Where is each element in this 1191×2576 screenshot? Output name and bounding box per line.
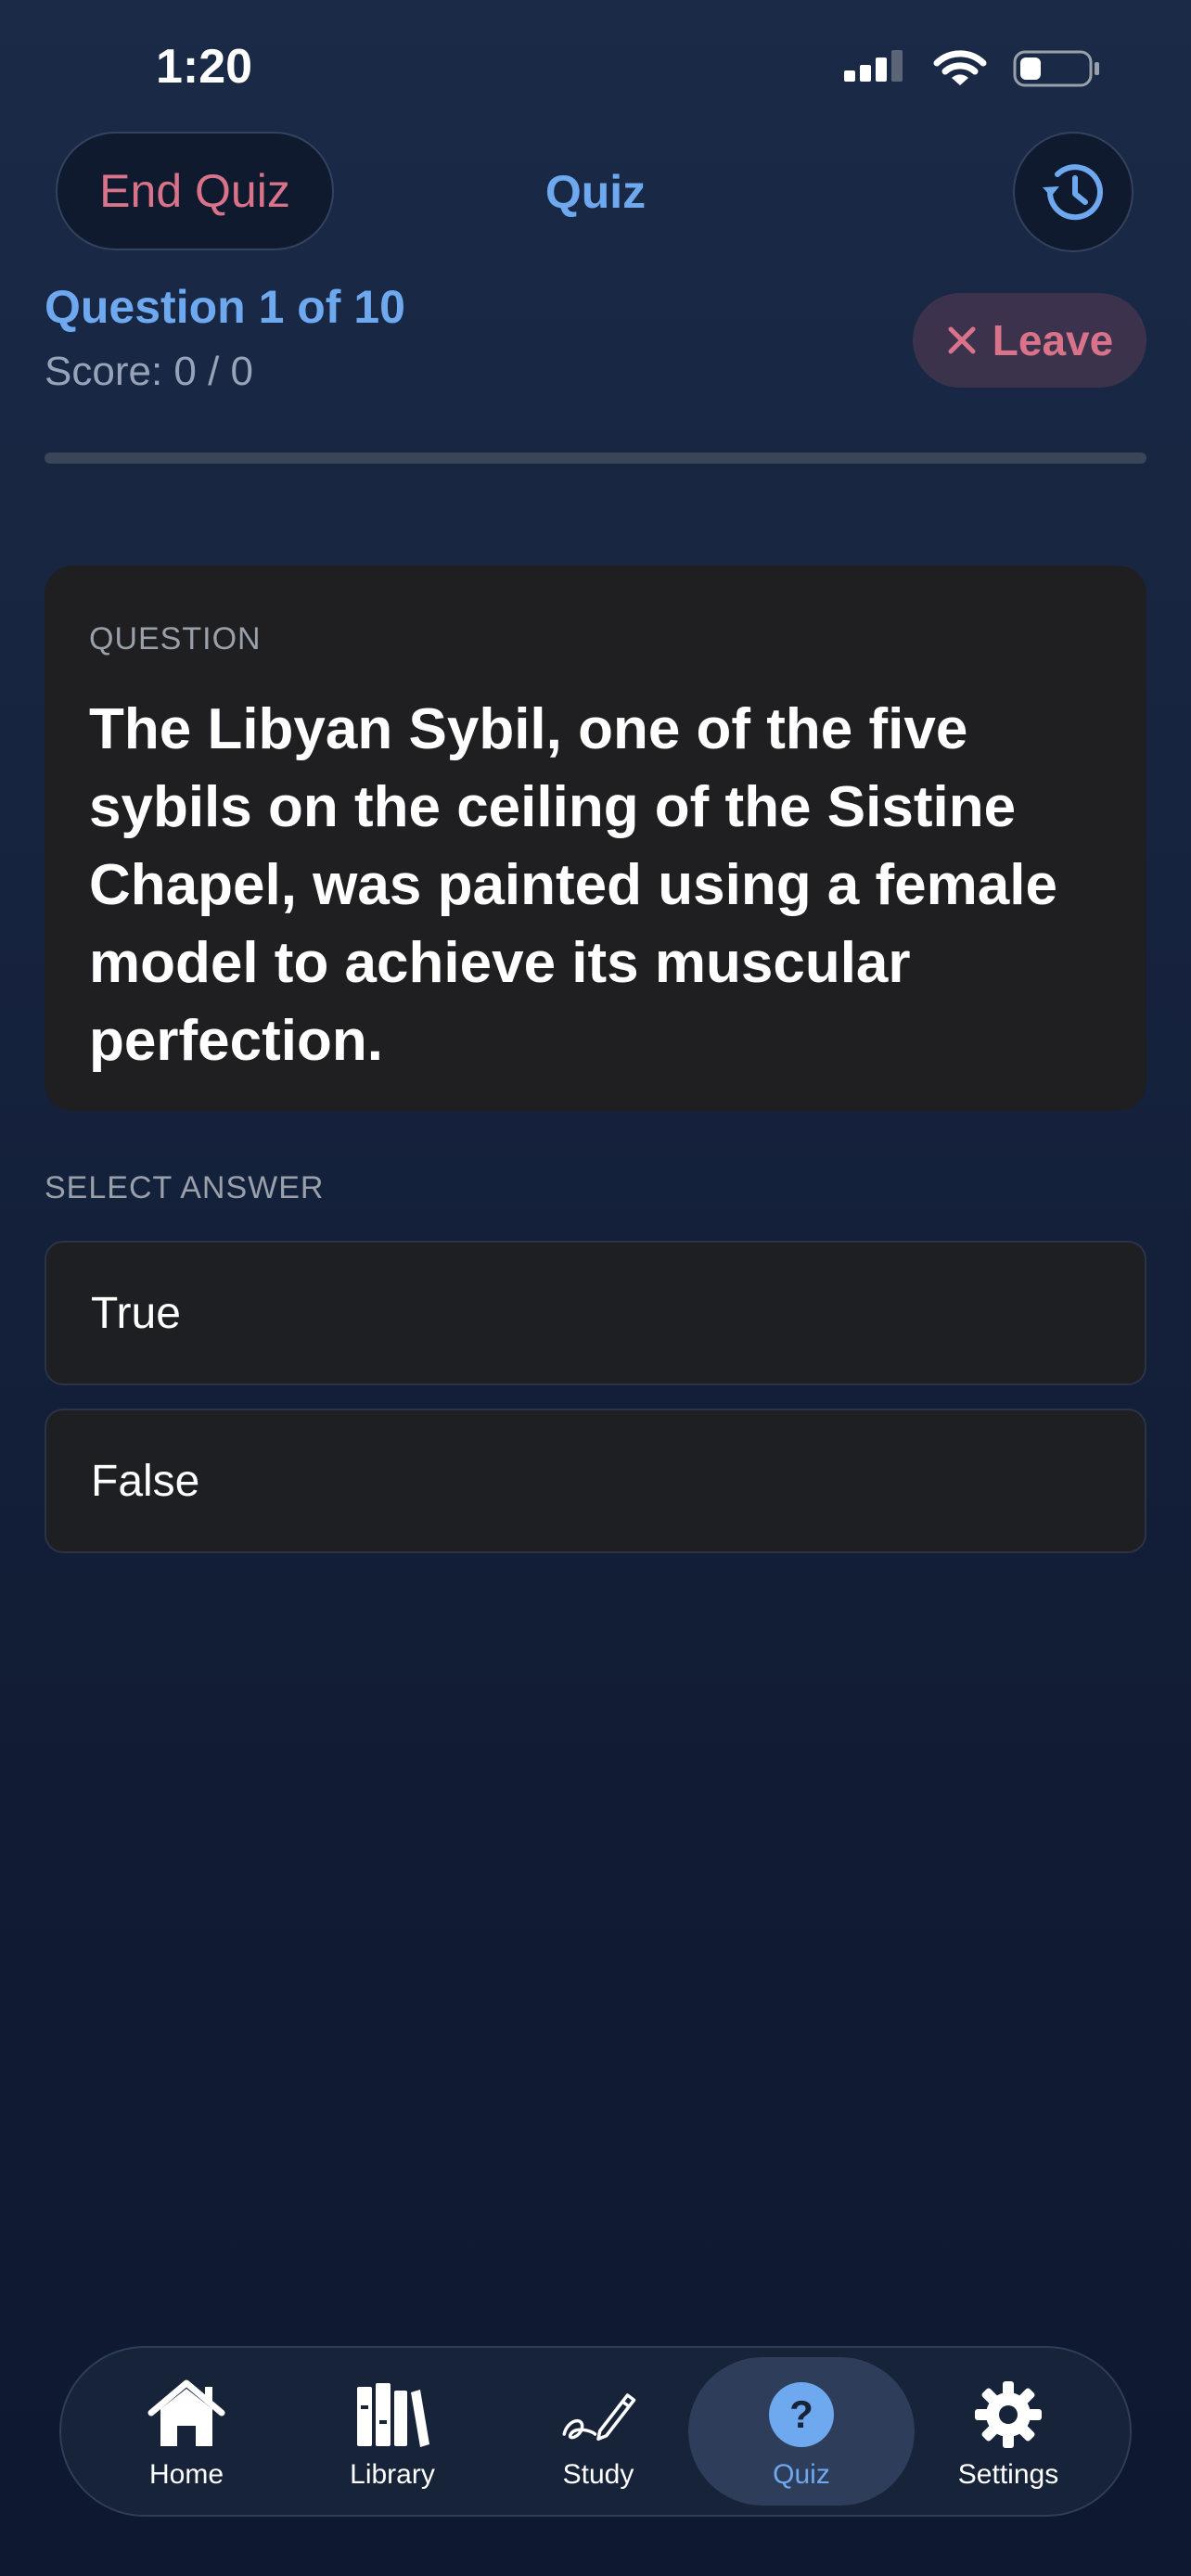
leave-button[interactable]: Leave	[913, 293, 1146, 388]
history-icon	[1043, 164, 1103, 221]
gear-icon	[975, 2381, 1042, 2448]
tab-bar: Home Library Study ? Quiz Settings	[59, 2346, 1132, 2517]
battery-icon	[1013, 50, 1099, 87]
question-counter: Question 1 of 10	[45, 281, 405, 333]
tab-library[interactable]: Library	[286, 2348, 499, 2515]
tab-home[interactable]: Home	[80, 2348, 293, 2515]
answer-option-false[interactable]: False	[45, 1409, 1146, 1553]
home-icon	[147, 2379, 225, 2446]
tab-quiz-label: Quiz	[773, 2459, 830, 2490]
tab-study-label: Study	[562, 2459, 634, 2490]
tab-quiz[interactable]: ? Quiz	[688, 2357, 915, 2506]
question-card: QUESTION The Libyan Sybil, one of the fi…	[45, 566, 1146, 1111]
score-text: Score: 0 / 0	[45, 349, 254, 394]
question-label: QUESTION	[89, 621, 262, 657]
select-answer-label: SELECT ANSWER	[45, 1170, 325, 1205]
library-icon	[357, 2383, 429, 2447]
progress-bar	[45, 453, 1146, 464]
svg-text:?: ?	[789, 2392, 813, 2436]
status-time: 1:20	[156, 40, 253, 94]
tab-settings-label: Settings	[957, 2459, 1059, 2490]
tab-study[interactable]: Study	[492, 2348, 705, 2515]
status-bar: 1:20	[0, 0, 1191, 139]
quiz-header: End Quiz Quiz	[0, 130, 1191, 255]
cellular-signal-icon	[844, 50, 903, 82]
quiz-icon: ?	[769, 2382, 834, 2447]
tab-home-label: Home	[148, 2459, 224, 2490]
study-icon	[562, 2393, 636, 2441]
close-icon	[948, 326, 976, 354]
history-button[interactable]	[1013, 132, 1133, 252]
status-icons	[844, 48, 1102, 89]
tab-settings[interactable]: Settings	[902, 2348, 1115, 2515]
answer-option-true[interactable]: True	[45, 1241, 1146, 1385]
leave-label: Leave	[992, 316, 1114, 364]
question-text: The Libyan Sybil, one of the five sybils…	[89, 697, 1057, 1073]
tab-library-label: Library	[350, 2459, 435, 2490]
wifi-icon	[933, 50, 987, 85]
